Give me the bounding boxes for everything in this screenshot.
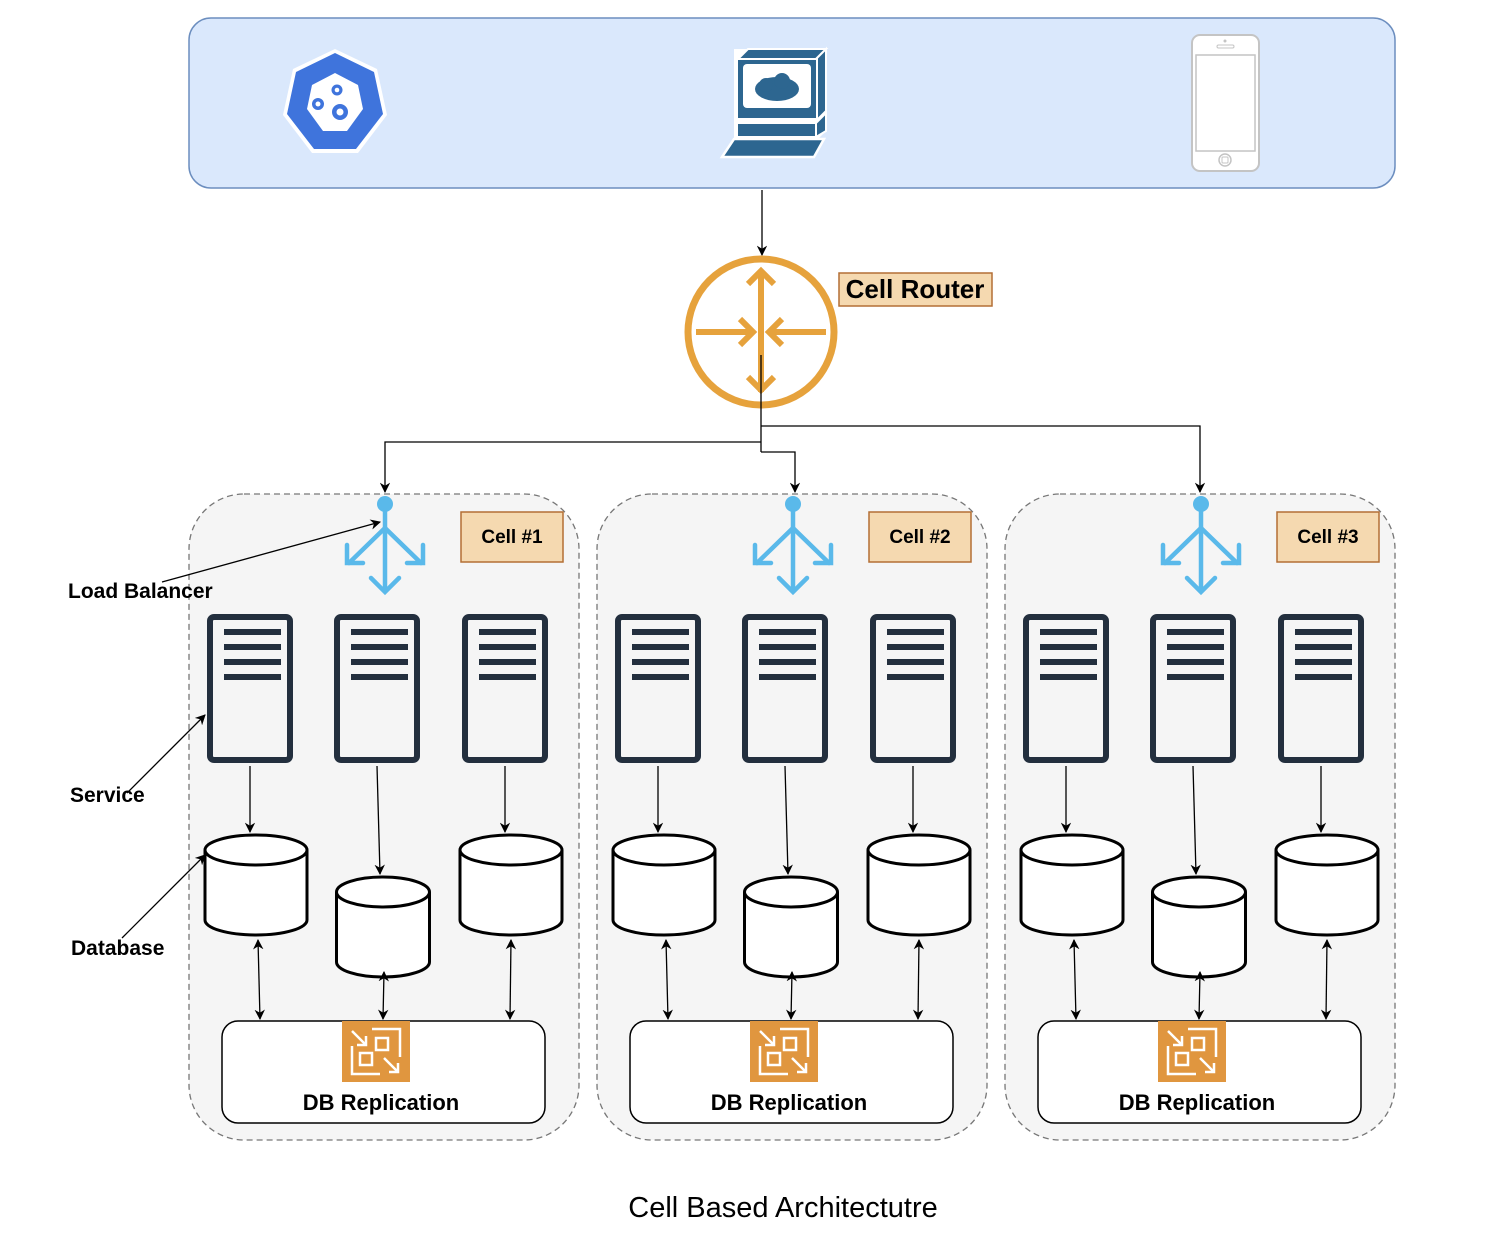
router-to-cell-1-arrow <box>379 441 761 494</box>
cells-layer: Cell #1 DB Replication Cell #2 DB Replicati… <box>188 493 1396 1141</box>
database-icon[interactable] <box>203 833 309 937</box>
cell-3: Cell #3 DB Replication <box>1004 493 1396 1141</box>
service-server-icon[interactable] <box>334 614 420 763</box>
database-icon[interactable] <box>335 875 431 979</box>
router-to-cell-3-arrow <box>761 425 1206 494</box>
service-server-icon[interactable] <box>207 614 293 763</box>
database-annotation: Database <box>71 937 164 960</box>
cell-label: Cell #1 <box>460 511 564 563</box>
database-icon[interactable] <box>611 833 717 937</box>
router-label-text: Cell Router <box>846 274 985 304</box>
cell-label-text: Cell #1 <box>481 527 543 548</box>
mobile-phone-icon[interactable] <box>1191 34 1260 172</box>
service-server-icon[interactable] <box>870 614 956 763</box>
database-icon[interactable] <box>1019 833 1125 937</box>
db-replication-label: DB Replication <box>303 1090 459 1115</box>
router-to-cell-2-arrow <box>761 451 801 494</box>
replication-icon <box>342 1021 410 1082</box>
database-icon[interactable] <box>866 833 972 937</box>
database-icon[interactable] <box>1151 875 1247 979</box>
service-annotation: Service <box>70 784 145 807</box>
clients-group <box>188 17 1396 189</box>
service-server-icon[interactable] <box>742 614 828 763</box>
computer-cloud-icon[interactable] <box>719 46 829 159</box>
load-balancer-annotation: Load Balancer <box>68 580 213 603</box>
db-replication-box[interactable]: DB Replication <box>1037 1020 1362 1124</box>
service-server-icon[interactable] <box>615 614 701 763</box>
cell-label-text: Cell #3 <box>1297 527 1358 548</box>
cell-label: Cell #2 <box>868 511 972 563</box>
cell-label: Cell #3 <box>1276 511 1380 563</box>
replication-icon <box>750 1021 818 1082</box>
service-server-icon[interactable] <box>1278 614 1364 763</box>
db-replication-box[interactable]: DB Replication <box>221 1020 546 1124</box>
database-icon[interactable] <box>1274 833 1380 937</box>
cell-label-text: Cell #2 <box>889 527 950 548</box>
db-replication-box[interactable]: DB Replication <box>629 1020 954 1124</box>
architecture-diagram: Cell Router Cell #1DB ReplicationCell #2… <box>68 17 1396 1224</box>
router-label: Cell Router <box>838 272 993 307</box>
service-server-icon[interactable] <box>462 614 548 763</box>
diagram-caption: Cell Based Architectutre <box>628 1192 937 1224</box>
database-icon[interactable] <box>743 875 839 979</box>
cell-2: Cell #2 DB Replication <box>596 493 988 1141</box>
cell-1: Cell #1 DB Replication <box>188 493 580 1141</box>
service-server-icon[interactable] <box>1150 614 1236 763</box>
database-icon[interactable] <box>458 833 564 937</box>
replication-icon <box>1158 1021 1226 1082</box>
db-replication-label: DB Replication <box>711 1090 867 1115</box>
service-server-icon[interactable] <box>1023 614 1109 763</box>
db-replication-label: DB Replication <box>1119 1090 1275 1115</box>
